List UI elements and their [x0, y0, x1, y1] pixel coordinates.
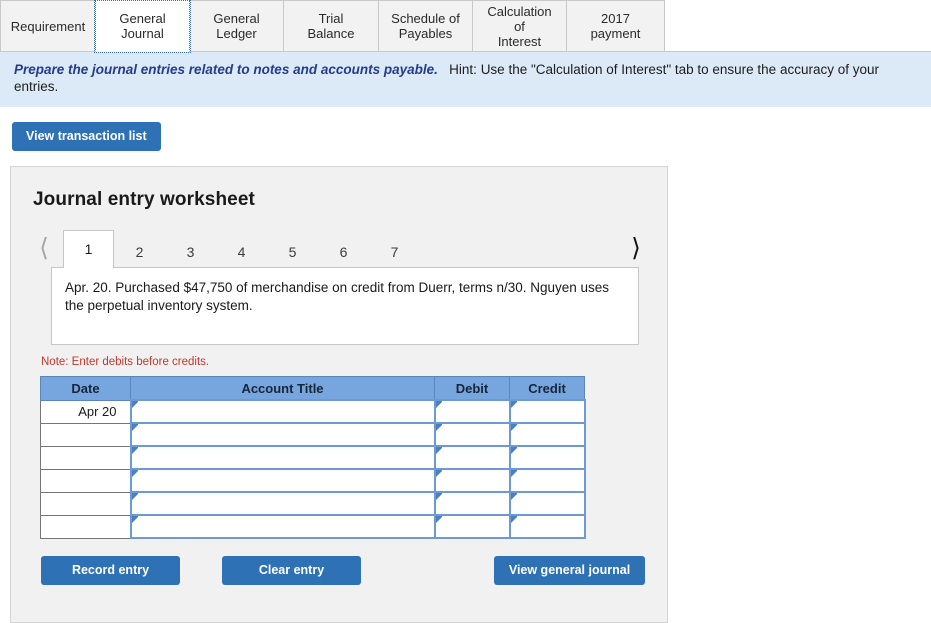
- tab-label: Requirement: [10, 18, 86, 34]
- credit-input[interactable]: [508, 399, 586, 424]
- tab-label: Schedule of Payables: [391, 11, 460, 41]
- date-cell: [40, 422, 131, 447]
- cell-marker-icon: [435, 447, 442, 454]
- tab-label: 2017 payment: [590, 11, 641, 41]
- tab-schedule-of-payables[interactable]: Schedule of Payables: [378, 0, 473, 51]
- date-cell: [40, 468, 131, 493]
- cell-marker-icon: [510, 424, 517, 431]
- record-entry-button[interactable]: Record entry: [41, 556, 180, 585]
- cell-marker-icon: [131, 424, 138, 431]
- page-title: Journal entry worksheet: [33, 189, 255, 210]
- date-cell: [40, 514, 131, 539]
- tab-label: General Journal: [119, 11, 166, 41]
- chevron-left-icon[interactable]: ⟨: [31, 229, 57, 267]
- account-title-input[interactable]: [129, 422, 436, 447]
- credit-input[interactable]: [508, 468, 586, 493]
- table-row: Apr 20: [40, 399, 586, 424]
- tab-label: General Ledger: [213, 11, 260, 41]
- debit-input[interactable]: [433, 445, 511, 470]
- transaction-description: Apr. 20. Purchased $47,750 of merchandis…: [51, 267, 639, 345]
- table-row: [40, 445, 586, 470]
- account-title-input[interactable]: [129, 399, 436, 424]
- cell-marker-icon: [131, 516, 138, 523]
- table-row: [40, 422, 586, 447]
- cell-marker-icon: [435, 424, 442, 431]
- debits-before-credits-note: Note: Enter debits before credits.: [41, 356, 210, 368]
- tab-trial-balance[interactable]: Trial Balance: [283, 0, 379, 51]
- cell-marker-icon: [510, 493, 517, 500]
- credit-input[interactable]: [508, 445, 586, 470]
- tab-general-journal[interactable]: General Journal: [94, 0, 191, 53]
- table-row: [40, 514, 586, 539]
- cell-marker-icon: [131, 401, 138, 408]
- date-cell: Apr 20: [40, 399, 131, 424]
- account-title-input[interactable]: [129, 514, 436, 539]
- credit-input[interactable]: [508, 514, 586, 539]
- table-header-row: Date Account Title Debit Credit: [40, 376, 585, 401]
- worksheet-page-tab-5[interactable]: 5: [267, 237, 318, 267]
- tab-label: Calculation of Interest: [487, 3, 552, 49]
- worksheet-page-tab-7[interactable]: 7: [369, 237, 420, 267]
- journal-entry-worksheet-panel: Journal entry worksheet ⟨ 1234567 ⟩ Apr.…: [10, 166, 668, 623]
- debit-input[interactable]: [433, 468, 511, 493]
- tab-general-ledger[interactable]: General Ledger: [189, 0, 284, 51]
- worksheet-page-tab-1[interactable]: 1: [63, 230, 114, 268]
- tab-requirement[interactable]: Requirement: [0, 0, 96, 51]
- account-title-input[interactable]: [129, 491, 436, 516]
- credit-input[interactable]: [508, 491, 586, 516]
- worksheet-page-tab-2[interactable]: 2: [114, 237, 165, 267]
- chevron-right-icon[interactable]: ⟩: [623, 229, 649, 267]
- toolbar: View transaction list: [0, 107, 931, 151]
- tab-2017-payment[interactable]: 2017 payment: [566, 0, 665, 51]
- tab-label: Trial Balance: [307, 11, 355, 41]
- view-general-journal-button[interactable]: View general journal: [494, 556, 645, 585]
- credit-input[interactable]: [508, 422, 586, 447]
- main-tab-strip: Requirement General Journal General Ledger…: [0, 0, 931, 53]
- debit-input[interactable]: [433, 399, 511, 424]
- cell-marker-icon: [435, 401, 442, 408]
- journal-entry-table: Date Account Title Debit Credit Apr 20: [40, 376, 586, 539]
- cell-marker-icon: [510, 470, 517, 477]
- table-row: [40, 491, 586, 516]
- date-cell: [40, 445, 131, 470]
- column-header-credit: Credit: [509, 376, 585, 401]
- table-row: [40, 468, 586, 493]
- cell-marker-icon: [131, 447, 138, 454]
- worksheet-page-tab-3[interactable]: 3: [165, 237, 216, 267]
- date-cell: [40, 491, 131, 516]
- account-title-input[interactable]: [129, 468, 436, 493]
- cell-marker-icon: [510, 401, 517, 408]
- cell-marker-icon: [435, 470, 442, 477]
- requirement-text: Prepare the journal entries related to n…: [14, 62, 438, 77]
- cell-marker-icon: [435, 516, 442, 523]
- cell-marker-icon: [131, 470, 138, 477]
- column-header-debit: Debit: [434, 376, 510, 401]
- debit-input[interactable]: [433, 491, 511, 516]
- page-tabs: 1234567: [63, 229, 420, 268]
- column-header-account-title: Account Title: [130, 376, 435, 401]
- cell-marker-icon: [510, 447, 517, 454]
- view-transaction-list-button[interactable]: View transaction list: [12, 122, 161, 151]
- worksheet-page-tab-4[interactable]: 4: [216, 237, 267, 267]
- tab-calculation-of-interest[interactable]: Calculation of Interest: [472, 0, 567, 51]
- cell-marker-icon: [131, 493, 138, 500]
- worksheet-pager: ⟨ 1234567 ⟩: [31, 229, 649, 268]
- clear-entry-button[interactable]: Clear entry: [222, 556, 361, 585]
- column-header-date: Date: [40, 376, 131, 401]
- worksheet-action-buttons: Record entry Clear entry View general jo…: [41, 556, 645, 586]
- instruction-banner: Prepare the journal entries related to n…: [0, 52, 931, 107]
- debit-input[interactable]: [433, 422, 511, 447]
- cell-marker-icon: [510, 516, 517, 523]
- worksheet-page-tab-6[interactable]: 6: [318, 237, 369, 267]
- hint-label: Hint:: [449, 62, 477, 77]
- debit-input[interactable]: [433, 514, 511, 539]
- account-title-input[interactable]: [129, 445, 436, 470]
- cell-marker-icon: [435, 493, 442, 500]
